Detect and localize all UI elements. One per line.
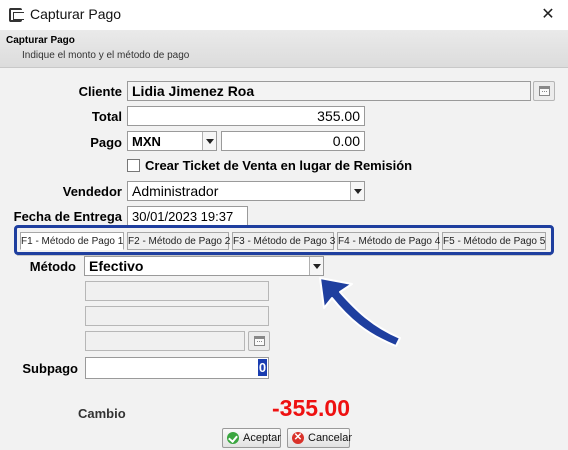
calendar-icon — [539, 86, 550, 96]
metodo-detail-field-1[interactable] — [85, 281, 269, 301]
ticket-checkbox-label: Crear Ticket de Venta en lugar de Remisi… — [145, 158, 413, 173]
cancel-button-label: Cancelar — [308, 432, 353, 444]
vendedor-value: Administrador — [132, 183, 219, 199]
close-icon[interactable]: ✕ — [528, 0, 568, 30]
tab-metodo-pago-1[interactable]: F1 - Método de Pago 1 — [20, 232, 124, 250]
metodo-value: Efectivo — [89, 258, 144, 274]
currency-value: MXN — [132, 134, 161, 149]
dialog-header: Capturar Pago Indique el monto y el méto… — [0, 30, 568, 68]
checkmark-icon — [227, 432, 239, 444]
total-field[interactable]: 355.00 — [127, 106, 365, 126]
ticket-checkbox[interactable] — [127, 159, 140, 172]
metodo-date-button[interactable] — [248, 331, 270, 351]
chevron-down-icon[interactable] — [350, 182, 364, 200]
header-subtitle: Indique el monto y el método de pago — [22, 50, 190, 61]
metodo-detail-field-2[interactable] — [85, 306, 269, 326]
subpago-value: 0 — [258, 359, 267, 376]
chevron-down-icon[interactable] — [309, 257, 323, 275]
cancel-x-icon: ✕ — [292, 432, 304, 444]
pago-amount-field[interactable]: 0.00 — [221, 131, 365, 151]
total-label: Total — [91, 109, 122, 124]
metodo-detail-field-3[interactable] — [85, 331, 245, 351]
tab-metodo-pago-4[interactable]: F4 - Método de Pago 4 — [337, 232, 440, 250]
vendedor-label: Vendedor — [62, 184, 122, 199]
cliente-label: Cliente — [78, 84, 122, 99]
cambio-label: Cambio — [78, 406, 126, 421]
chevron-down-icon[interactable] — [202, 132, 216, 150]
payment-tabs-highlight: F1 - Método de Pago 1 F2 - Método de Pag… — [14, 225, 554, 255]
pago-label: Pago — [90, 135, 122, 150]
title-bar: Capturar Pago ✕ — [0, 0, 568, 30]
fecha-label: Fecha de Entrega — [13, 209, 122, 224]
dialog-content: Cliente Lidia Jimenez Roa Total 355.00 P… — [0, 69, 568, 450]
subpago-field[interactable] — [85, 357, 269, 379]
metodo-select[interactable]: Efectivo — [84, 256, 324, 276]
subpago-label: Subpago — [22, 361, 78, 376]
accept-button-label: Aceptar — [243, 432, 281, 444]
currency-select[interactable]: MXN — [127, 131, 217, 151]
cambio-value: -355.00 — [272, 395, 351, 421]
app-icon — [9, 8, 24, 22]
tab-metodo-pago-3[interactable]: F3 - Método de Pago 3 — [232, 232, 335, 250]
calendar-icon — [254, 336, 265, 346]
tab-metodo-pago-5[interactable]: F5 - Método de Pago 5 — [442, 232, 546, 250]
fecha-field[interactable]: 30/01/2023 19:37 — [127, 206, 248, 226]
cancel-button[interactable]: ✕ Cancelar — [287, 428, 353, 448]
accept-button[interactable]: Aceptar — [222, 428, 281, 448]
metodo-label: Método — [29, 259, 76, 274]
tab-metodo-pago-2[interactable]: F2 - Método de Pago 2 — [127, 232, 230, 250]
cliente-field[interactable]: Lidia Jimenez Roa — [127, 81, 531, 101]
pointer-arrow-icon — [319, 277, 401, 347]
header-title: Capturar Pago — [6, 35, 75, 46]
vendedor-select[interactable]: Administrador — [127, 181, 365, 201]
cliente-picker-button[interactable] — [533, 81, 555, 101]
window-title: Capturar Pago — [30, 6, 122, 22]
